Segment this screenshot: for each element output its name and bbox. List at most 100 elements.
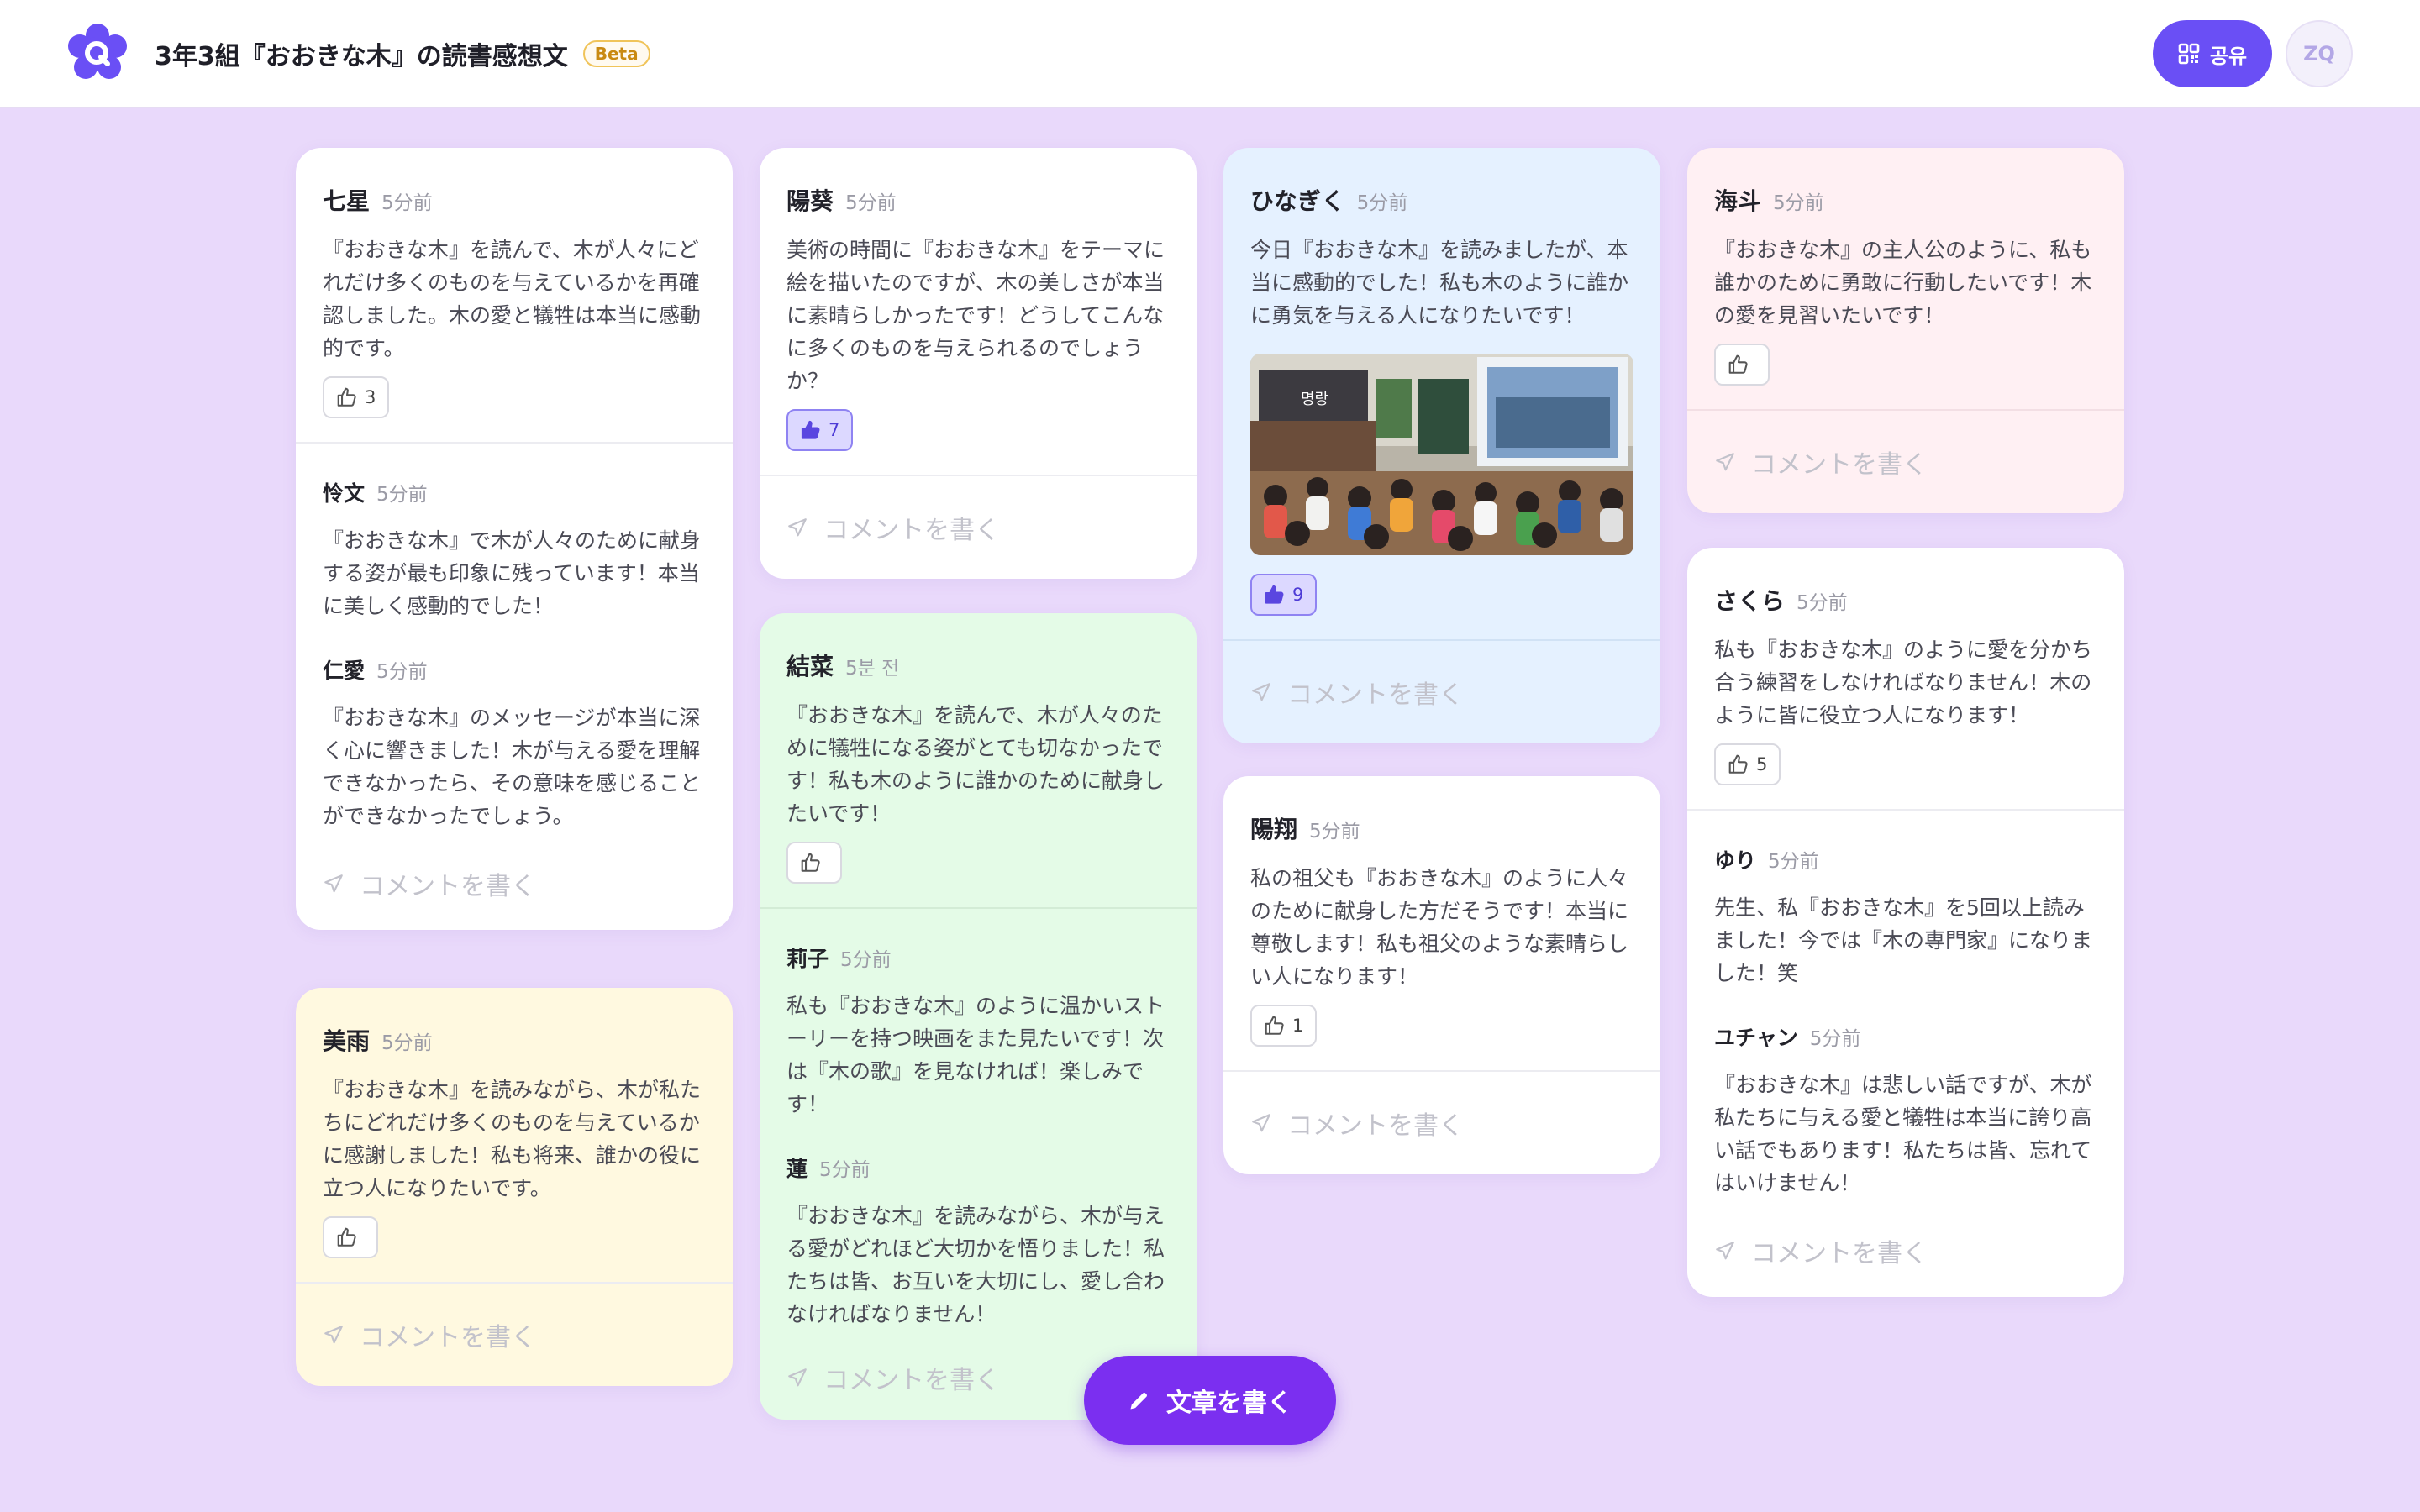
send-icon — [1252, 683, 1270, 701]
like-count: 3 — [365, 387, 376, 407]
comment-placeholder: コメントを書く — [1287, 680, 1464, 710]
send-icon — [324, 874, 343, 893]
comment-input[interactable]: コメントを書く — [760, 475, 1197, 579]
post-body: 今日『おおきな木』を読みましたが、本当に感動的でした！私も木のように誰かに勇気を… — [1250, 238, 1629, 328]
post-author: ひなぎく — [1250, 187, 1345, 215]
post-main: 結菜 5분 전 『おおきな木』を読んで、木が人々のために犠牲になる姿がとても切な… — [760, 613, 1197, 907]
reply-time: 5分前 — [376, 661, 428, 683]
reply-author: 蓮 — [786, 1157, 808, 1181]
reply-body: 『おおきな木』を読みながら、木が与える愛がどれほど大切かを悟りました！私たちは皆… — [786, 1204, 1165, 1326]
comment-input[interactable]: コメントを書く — [1687, 409, 2124, 513]
comment-placeholder: コメントを書く — [1751, 450, 1928, 480]
post-time: 5分前 — [1309, 821, 1360, 843]
reply-author: 莉子 — [786, 947, 829, 971]
post-body: 『おおきな木』を読みながら、木が私たちにどれだけ多くのものを与えているかに感謝し… — [323, 1078, 702, 1200]
post-card[interactable]: 七星 5分前 『おおきな木』を読んで、木が人々にどれだけ多くのものを与えているか… — [296, 148, 733, 930]
like-button[interactable] — [323, 1216, 378, 1258]
reply-body: 私も『おおきな木』のように温かいストーリーを持つ映画をまた見たいです！次は『木の… — [786, 994, 1165, 1116]
write-post-button[interactable]: 文章を書く — [1084, 1356, 1336, 1445]
post-time: 5분 전 — [845, 658, 900, 680]
post-author: 結菜 — [786, 653, 834, 680]
reply-author: ゆり — [1714, 848, 1757, 873]
reply-body: 先生、私『おおきな木』を5回以上読みました！今では『木の専門家』になりました！笑 — [1714, 895, 2093, 985]
reply-time: 5分前 — [376, 484, 428, 506]
post-main: 陽翔 5分前 私の祖父も『おおきな木』のように人々のために献身した方だそうです！… — [1223, 776, 1660, 1070]
post-card[interactable]: 海斗 5分前 『おおきな木』の主人公のように、私も誰かのために勇敢に行動したいで… — [1687, 148, 2124, 513]
thumbs-up-icon — [1265, 585, 1284, 604]
like-count: 5 — [1756, 754, 1768, 774]
reply-body: 『おおきな木』で木が人々のために献身する姿が最も印象に残っています！本当に美しく… — [323, 528, 702, 618]
post-body: 『おおきな木』を読んで、木が人々にどれだけ多くのものを与えているかを再確認しまし… — [323, 238, 702, 360]
like-button[interactable]: 7 — [786, 409, 854, 451]
send-icon — [324, 1326, 343, 1344]
thumbs-up-icon — [1728, 754, 1748, 774]
post-body: 『おおきな木』の主人公のように、私も誰かのために勇敢に行動したいです！木の愛を見… — [1714, 238, 2092, 328]
comment-placeholder: コメントを書く — [360, 872, 536, 901]
like-button[interactable] — [786, 842, 842, 884]
photo-sign-text: 명랑 — [1301, 391, 1328, 408]
like-button[interactable]: 3 — [323, 376, 390, 418]
like-count: 1 — [1292, 1016, 1304, 1036]
reply-author: 仁愛 — [323, 659, 366, 683]
comment-input[interactable]: コメントを書く — [296, 1282, 733, 1386]
thumbs-up-icon — [337, 1227, 356, 1247]
comment-placeholder: コメントを書く — [823, 1366, 1000, 1395]
comment-input[interactable]: コメントを書く — [1223, 639, 1660, 743]
post-author: 陽翔 — [1250, 816, 1298, 843]
post-main: 海斗 5分前 『おおきな木』の主人公のように、私も誰かのために勇敢に行動したいで… — [1687, 148, 2124, 409]
comment-input[interactable]: コメントを書く — [296, 837, 733, 930]
reply-time: 5分前 — [840, 949, 892, 971]
post-card[interactable]: ひなぎく 5分前 今日『おおきな木』を読みましたが、本当に感動的でした！私も木の… — [1223, 148, 1660, 743]
app-logo-icon[interactable] — [67, 24, 128, 84]
beta-badge: Beta — [582, 40, 650, 67]
send-icon — [788, 518, 807, 537]
comment-input[interactable]: コメントを書く — [1687, 1205, 2124, 1297]
post-time: 5分前 — [1797, 592, 1848, 614]
reply: ユチャン 5分前 『おおきな木』は悲しい話ですが、木が私たちに与える愛と犠牲は本… — [1687, 995, 2124, 1205]
post-time: 5分前 — [1773, 192, 1824, 214]
post-time: 5分前 — [1356, 192, 1408, 214]
reply-time: 5分前 — [819, 1159, 871, 1181]
post-author: 美雨 — [323, 1027, 371, 1055]
comment-placeholder: コメントを書く — [823, 516, 1000, 545]
post-body: 私も『おおきな木』のように愛を分かち合う練習をしなければなりません！木のように皆… — [1714, 638, 2093, 727]
post-card[interactable]: 陽翔 5分前 私の祖父も『おおきな木』のように人々のために献身した方だそうです！… — [1223, 776, 1660, 1174]
like-count: 9 — [1292, 585, 1304, 605]
reply: 仁愛 5分前 『おおきな木』のメッセージが本当に深く心に響きました！木が与える愛… — [296, 627, 733, 837]
thumbs-up-icon — [801, 853, 820, 872]
send-icon — [1716, 453, 1734, 471]
send-icon — [1252, 1114, 1270, 1132]
reply-author: 怜文 — [323, 481, 366, 506]
classroom-photo[interactable]: 명랑 — [1250, 354, 1634, 555]
board-title-area: 3年3組『おおきな木』の読書感想文 Beta — [155, 34, 650, 74]
post-author: さくら — [1714, 587, 1786, 615]
post-card[interactable]: 結菜 5분 전 『おおきな木』を読んで、木が人々のために犠牲になる姿がとても切な… — [760, 613, 1197, 1420]
user-avatar[interactable]: ZQ — [2286, 20, 2353, 87]
like-button[interactable]: 5 — [1714, 743, 1781, 785]
comment-input[interactable]: コメントを書く — [1223, 1070, 1660, 1174]
post-main: 陽葵 5分前 美術の時間に『おおきな木』をテーマに絵を描いたのですが、木の美しさ… — [760, 148, 1197, 475]
like-button[interactable]: 1 — [1250, 1005, 1318, 1047]
reply: 莉子 5分前 私も『おおきな木』のように温かいストーリーを持つ映画をまた見たいで… — [760, 907, 1197, 1126]
post-body: 『おおきな木』を読んで、木が人々のために犠牲になる姿がとても切なかったです！私も… — [786, 703, 1165, 826]
share-button[interactable]: 공유 — [2153, 20, 2272, 87]
like-count: 7 — [829, 420, 840, 440]
reply-time: 5分前 — [1809, 1028, 1861, 1050]
thumbs-up-icon — [1728, 354, 1748, 374]
like-button[interactable]: 9 — [1250, 574, 1318, 616]
post-card[interactable]: さくら 5分前 私も『おおきな木』のように愛を分かち合う練習をしなければなりませ… — [1687, 548, 2124, 1297]
reply-body: 『おおきな木』のメッセージが本当に深く心に響きました！木が与える愛を理解できなか… — [323, 706, 702, 828]
top-bar: 3年3組『おおきな木』の読書感想文 Beta 공유 ZQ — [0, 0, 2420, 108]
post-main: さくら 5分前 私も『おおきな木』のように愛を分かち合う練習をしなければなりませ… — [1687, 548, 2124, 809]
thumbs-up-icon — [801, 420, 820, 439]
post-time: 5分前 — [845, 192, 897, 214]
like-button[interactable] — [1714, 344, 1770, 386]
reply: ゆり 5分前 先生、私『おおきな木』を5回以上読みました！今では『木の専門家』に… — [1687, 809, 2124, 995]
post-card[interactable]: 陽葵 5分前 美術の時間に『おおきな木』をテーマに絵を描いたのですが、木の美しさ… — [760, 148, 1197, 579]
reply: 怜文 5分前 『おおきな木』で木が人々のために献身する姿が最も印象に残っています… — [296, 442, 733, 627]
pencil-icon — [1130, 1393, 1147, 1410]
post-main: 七星 5分前 『おおきな木』を読んで、木が人々にどれだけ多くのものを与えているか… — [296, 148, 733, 442]
reply-author: ユチャン — [1714, 1026, 1798, 1050]
post-card[interactable]: 美雨 5分前 『おおきな木』を読みながら、木が私たちにどれだけ多くのものを与えて… — [296, 988, 733, 1386]
post-body: 私の祖父も『おおきな木』のように人々のために献身した方だそうです！本当に尊敬しま… — [1250, 866, 1629, 989]
